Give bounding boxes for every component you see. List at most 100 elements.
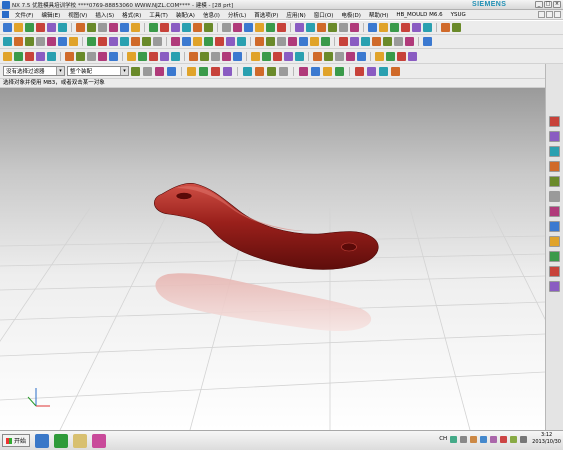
- doc-minimize-button[interactable]: [538, 11, 545, 18]
- menu-information[interactable]: 信息(I): [199, 11, 224, 19]
- help-icon[interactable]: [394, 37, 403, 46]
- revolve-icon[interactable]: [153, 37, 162, 46]
- selection-scope-dropdown[interactable]: 整个装配 ▾: [67, 66, 129, 76]
- pattern-icon[interactable]: [200, 51, 209, 61]
- cut-icon[interactable]: [3, 37, 12, 46]
- menu-help[interactable]: 帮助(H): [365, 11, 392, 19]
- menu-preferences[interactable]: 首选项(P): [250, 11, 282, 19]
- maximize-button[interactable]: □: [544, 1, 552, 8]
- blend-icon[interactable]: [138, 51, 147, 61]
- chamfer-icon[interactable]: [277, 23, 286, 32]
- copy-icon[interactable]: [76, 23, 85, 32]
- manufacturing-wizard-icon[interactable]: [549, 251, 560, 262]
- pattern-icon[interactable]: [266, 37, 275, 46]
- mold-icon[interactable]: [372, 37, 381, 46]
- copy-icon[interactable]: [14, 37, 23, 46]
- pocket-icon[interactable]: [193, 37, 202, 46]
- new-file-icon[interactable]: [3, 23, 12, 32]
- open-icon[interactable]: [423, 37, 432, 46]
- intersect-icon[interactable]: [299, 37, 308, 46]
- pan-icon[interactable]: [87, 37, 96, 46]
- subtract-icon[interactable]: [288, 37, 297, 46]
- electrode-icon[interactable]: [452, 23, 461, 32]
- constraint-navigator-icon[interactable]: [549, 131, 560, 142]
- pattern-icon[interactable]: [267, 66, 276, 76]
- chamfer-icon[interactable]: [215, 37, 224, 46]
- menu-hb-mould[interactable]: HB_MOULD M6.6: [392, 12, 446, 18]
- menu-window[interactable]: 窗口(O): [310, 11, 338, 19]
- doc-restore-button[interactable]: [546, 11, 553, 18]
- revolve-icon[interactable]: [87, 51, 96, 61]
- electrode-icon[interactable]: [383, 37, 392, 46]
- part-navigator-icon[interactable]: [549, 146, 560, 157]
- unite-icon[interactable]: [211, 51, 220, 61]
- layer-icon[interactable]: [355, 66, 364, 76]
- minimize-button[interactable]: _: [535, 1, 543, 8]
- undo-icon[interactable]: [36, 23, 45, 32]
- sketch-icon[interactable]: [131, 37, 140, 46]
- pocket-icon[interactable]: [255, 23, 264, 32]
- measure-icon[interactable]: [323, 66, 332, 76]
- assembly-navigator-icon[interactable]: [549, 116, 560, 127]
- subtract-icon[interactable]: [350, 23, 359, 32]
- subtract-icon[interactable]: [299, 66, 308, 76]
- pan-icon[interactable]: [14, 51, 23, 61]
- fit-icon[interactable]: [98, 37, 107, 46]
- cut-icon[interactable]: [408, 51, 417, 61]
- save-icon[interactable]: [375, 51, 384, 61]
- subtract-icon[interactable]: [222, 51, 231, 61]
- extrude-icon[interactable]: [204, 23, 213, 32]
- redo-icon[interactable]: [47, 23, 56, 32]
- render-icon[interactable]: [367, 66, 376, 76]
- menu-ysug[interactable]: YSUG: [447, 12, 470, 18]
- measure-icon[interactable]: [251, 51, 260, 61]
- extrude-icon[interactable]: [142, 37, 151, 46]
- shell-icon[interactable]: [295, 23, 304, 32]
- nx-taskbar-icon[interactable]: [35, 433, 50, 448]
- shaded-icon[interactable]: [109, 37, 118, 46]
- close-button[interactable]: ×: [553, 1, 561, 8]
- pan-icon[interactable]: [149, 23, 158, 32]
- sketch-icon[interactable]: [193, 23, 202, 32]
- mold-icon[interactable]: [391, 66, 400, 76]
- boss-icon[interactable]: [182, 37, 191, 46]
- sketch-icon[interactable]: [65, 51, 74, 61]
- menu-analysis[interactable]: 分析(L): [224, 11, 250, 19]
- paste-icon[interactable]: [25, 37, 34, 46]
- pocket-icon[interactable]: [127, 51, 136, 61]
- system-materials-icon[interactable]: [549, 221, 560, 232]
- rotate-icon[interactable]: [3, 51, 12, 61]
- new-file-icon[interactable]: [405, 37, 414, 46]
- menu-edit[interactable]: 编辑(E): [37, 11, 64, 19]
- open-icon[interactable]: [14, 23, 23, 32]
- open-icon[interactable]: [357, 51, 366, 61]
- chamfer-icon[interactable]: [149, 51, 158, 61]
- unite-icon[interactable]: [339, 23, 348, 32]
- trim-icon[interactable]: [306, 23, 315, 32]
- menu-tools[interactable]: 工具(T): [145, 11, 172, 19]
- trim-icon[interactable]: [243, 66, 252, 76]
- new-file-icon[interactable]: [346, 51, 355, 61]
- pocket-icon[interactable]: [187, 66, 196, 76]
- analysis-icon[interactable]: [379, 66, 388, 76]
- process-studio-icon[interactable]: [549, 236, 560, 247]
- unite-icon[interactable]: [277, 37, 286, 46]
- render-icon[interactable]: [412, 23, 421, 32]
- layer-icon[interactable]: [273, 51, 282, 61]
- mold-icon[interactable]: [441, 23, 450, 32]
- mirror-icon[interactable]: [317, 23, 326, 32]
- mirror-icon[interactable]: [255, 66, 264, 76]
- boss-icon[interactable]: [109, 51, 118, 61]
- menu-format[interactable]: 格式(R): [118, 11, 145, 19]
- boss-icon[interactable]: [244, 23, 253, 32]
- analysis-icon[interactable]: [295, 51, 304, 61]
- select-icon[interactable]: [109, 23, 118, 32]
- measure-icon[interactable]: [310, 37, 319, 46]
- menu-view[interactable]: 视图(V): [64, 11, 91, 19]
- web-browser-icon[interactable]: [549, 191, 560, 202]
- layer-icon[interactable]: [401, 23, 410, 32]
- cut-icon[interactable]: [58, 23, 67, 32]
- hole-icon[interactable]: [171, 37, 180, 46]
- section-icon[interactable]: [321, 37, 330, 46]
- hole-icon[interactable]: [98, 51, 107, 61]
